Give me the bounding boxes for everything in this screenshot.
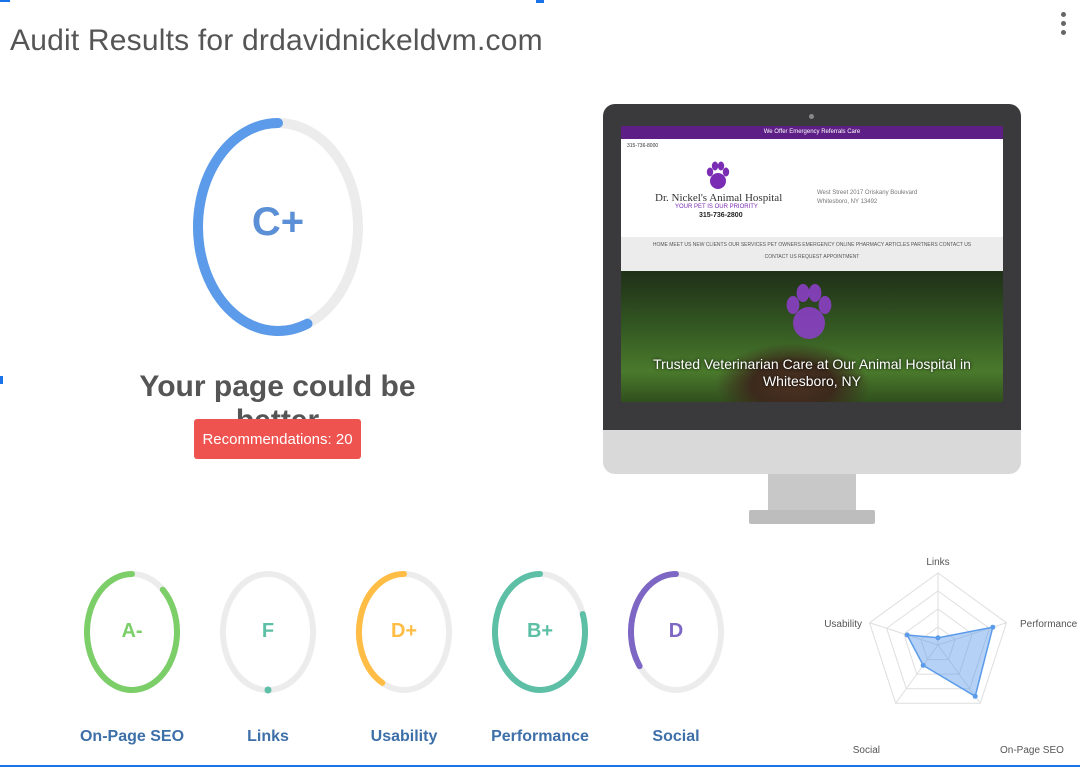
selection-handle-top-mid	[536, 0, 544, 3]
category-grade: B+	[526, 620, 554, 642]
radar-axis-label: Social	[853, 745, 880, 756]
radar-data-point	[990, 624, 996, 630]
radar-data-point	[935, 635, 941, 641]
category-label[interactable]: Performance	[475, 728, 605, 746]
recommendations-button[interactable]: Recommendations: 20	[194, 419, 361, 459]
site-address-line2: Whitesboro, NY 13492	[817, 199, 878, 205]
site-hero-text: Trusted Veterinarian Care at Our Animal …	[653, 356, 971, 389]
monitor-base	[749, 510, 875, 524]
category-grade: D+	[390, 620, 418, 642]
site-nav-line2: CONTACT US REQUEST APPOINTMENT	[764, 254, 860, 260]
category-grade: F	[261, 620, 275, 642]
selection-border-bottom	[0, 765, 1080, 767]
category-grade: D	[668, 620, 684, 642]
radar-data-area	[905, 626, 994, 698]
selection-handle-top-left	[0, 0, 10, 2]
site-telephone: 315-736-2800	[699, 212, 743, 219]
radar-data-point	[920, 662, 926, 668]
website-screenshot: We Offer Emergency Referrals Care 315-73…	[621, 126, 1003, 402]
overall-grade: C+	[251, 200, 305, 244]
site-address: West Street 2017 Oriskany Boulevard Whit…	[817, 189, 917, 207]
radar-data-point	[972, 693, 978, 699]
category-label[interactable]: Social	[611, 728, 741, 746]
hero-paw-icon	[786, 284, 832, 339]
selection-handle-left-mid	[0, 376, 3, 384]
website-preview-monitor: We Offer Emergency Referrals Care 315-73…	[603, 104, 1021, 524]
site-nav-line1: HOME MEET US NEW CLIENTS OUR SERVICES PE…	[652, 242, 972, 248]
site-hero-image: Trusted Veterinarian Care at Our Animal …	[621, 271, 1003, 402]
site-nav: HOME MEET US NEW CLIENTS OUR SERVICES PE…	[621, 237, 1003, 271]
site-address-line1: West Street 2017 Oriskany Boulevard	[817, 190, 918, 196]
category-label[interactable]: On-Page SEO	[67, 728, 197, 746]
radar-axis-label: Performance	[1020, 619, 1078, 630]
paw-icon	[706, 161, 730, 189]
category-label[interactable]: Links	[203, 728, 333, 746]
more-vertical-icon[interactable]	[1055, 8, 1071, 44]
monitor-camera	[809, 114, 814, 119]
monitor-chin	[603, 430, 1021, 474]
radar-data-point	[904, 632, 910, 638]
radar-axis-label: Links	[926, 557, 949, 568]
site-topbar: We Offer Emergency Referrals Care	[621, 126, 1003, 139]
category-label[interactable]: Usability	[339, 728, 469, 746]
category-radar-chart: Links Performance On-Page SEO Social Usabili…	[824, 557, 1078, 756]
radar-axis-label: On-Page SEO	[1000, 745, 1064, 756]
category-grade: A-	[121, 620, 143, 642]
site-tagline: YOUR PET IS OUR PRIORITY	[675, 204, 758, 210]
monitor-stand	[768, 474, 856, 512]
radar-axis-label: Usability	[824, 619, 862, 630]
site-header: 315-736-8000 Dr. Nickel's Animal Hospita…	[621, 139, 1003, 237]
site-clinic-name: Dr. Nickel's Animal Hospital	[655, 192, 783, 204]
category-gauge-dot	[264, 686, 272, 694]
site-phone: 315-736-8000	[627, 143, 659, 149]
page-title: Audit Results for drdavidnickeldvm.com	[10, 24, 543, 57]
